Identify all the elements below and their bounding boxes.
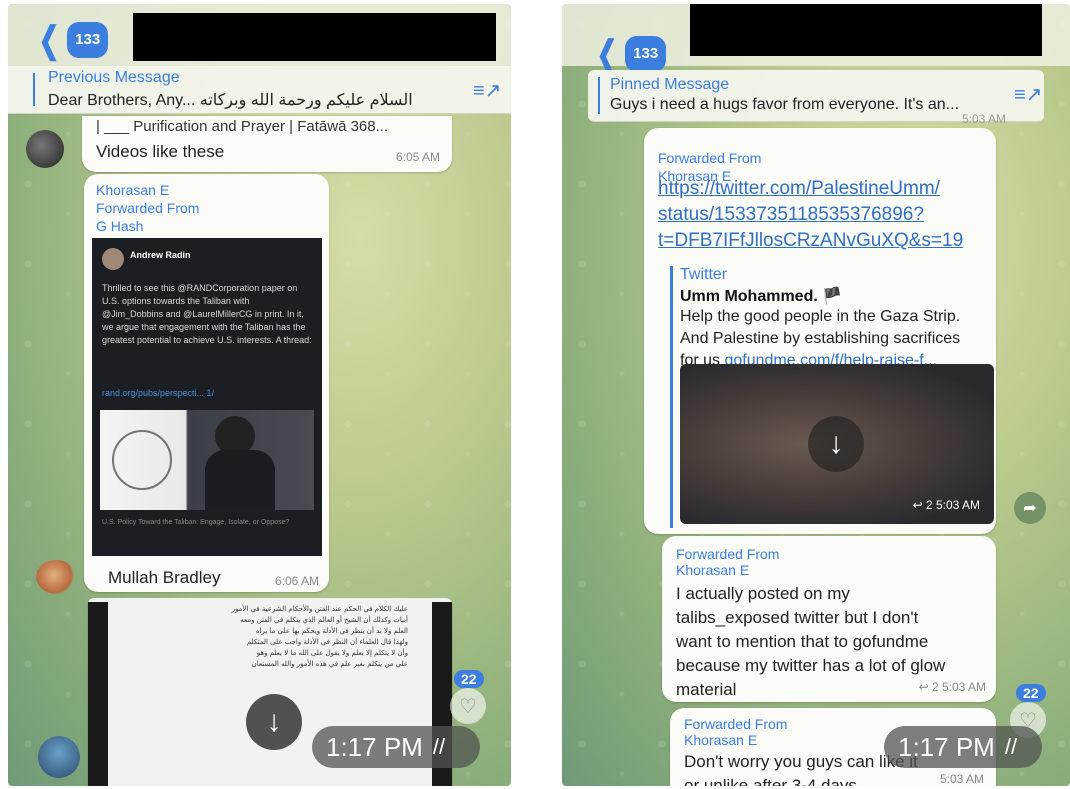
message-time: 5:03 AM: [939, 772, 984, 786]
preview-accent-bar: [670, 266, 673, 528]
document-line: أبيات وكذلك أن الشيخ أو العالم الذي يتكل…: [240, 616, 408, 624]
pinned-message-bar[interactable]: Previous Message Dear Brothers, Any... ا…: [8, 66, 511, 114]
pinned-accent-bar: [598, 77, 600, 114]
unread-count-badge: 133: [67, 22, 109, 58]
heart-icon[interactable]: ♡: [450, 688, 486, 724]
chat-header: ❮ 133: [8, 4, 511, 68]
media-time-overlay: 1:17 PM //: [884, 726, 1042, 768]
preview-title: Umm Mohammed. 🏴: [680, 288, 843, 305]
document-text: عليك الكلام في الحكم عند الفتن والأحكام …: [138, 604, 408, 670]
message-text-line: I actually posted on my: [676, 584, 850, 603]
document-line: على من يتكلم بغير علم في هذه الأمور والل…: [251, 660, 408, 668]
document-line: عليك الكلام في الحكم عند الفتن والأحكام …: [231, 605, 408, 613]
avatar[interactable]: [26, 130, 64, 168]
document-line: ولهذا قال العلماء أن النظر في الأدلة واج…: [246, 638, 408, 646]
tweet-text: Thrilled to see this @RANDCorporation pa…: [102, 283, 312, 345]
back-button[interactable]: ❮ 133: [34, 19, 109, 60]
link-line[interactable]: https://twitter.com/PalestineUmm/: [658, 176, 990, 202]
message-time: 6:06 AM: [274, 574, 319, 588]
message-time: 6:05 AM: [395, 150, 440, 164]
media-time-overlay: 1:17 PM //: [312, 726, 480, 768]
document-line: وأن لا يتكلم إلا بعلم ولا يقول على الله …: [256, 649, 408, 657]
document-border-left: [88, 602, 108, 786]
avatar[interactable]: [36, 560, 76, 594]
message-text: Mullah Bradley: [108, 568, 221, 587]
link-line[interactable]: t=DFB7IFfJllosCRzANvGuXQ&s=19: [658, 228, 990, 254]
message-text-line: talibs_exposed twitter but I don't: [676, 608, 919, 627]
overlay-time-text: 1:17 PM: [326, 731, 423, 762]
sender-name: Khorasan E: [96, 182, 170, 198]
pin-icon[interactable]: ≡↗: [1014, 82, 1042, 106]
pinned-label: Previous Message: [48, 69, 180, 86]
redacted-title: [690, 4, 1042, 56]
emblem-shape: [112, 430, 172, 490]
message-bubble[interactable]: Forwarded From Khorasan E https://twitte…: [644, 128, 996, 534]
back-button[interactable]: ❮ 133: [592, 33, 667, 74]
forwarded-label: Forwarded From: [658, 150, 762, 166]
forwarded-name[interactable]: G Hash: [96, 218, 143, 234]
message-bubble[interactable]: Khorasan E Forwarded From G Hash Andrew …: [84, 174, 329, 592]
forwarded-label: Forwarded From: [96, 200, 200, 216]
avatar[interactable]: [38, 736, 80, 778]
media-meta: ↩ 2 5:03 AM: [912, 498, 980, 512]
link-preview[interactable]: Twitter Umm Mohammed. 🏴 Help the good pe…: [680, 266, 990, 372]
tweet-avatar: [102, 248, 124, 270]
forwarded-label: Forwarded From: [676, 546, 780, 562]
media-preview[interactable]: ↓ ↩ 2 5:03 AM: [680, 364, 994, 524]
message-link[interactable]: https://twitter.com/PalestineUmm/ status…: [658, 176, 990, 254]
double-check-icon: //: [432, 734, 446, 759]
previous-message-time: 5:03 AM: [962, 112, 1007, 126]
tweet-link: rand.org/pubs/perspecti... 1/: [102, 388, 215, 398]
preview-text-line: Help the good people in the Gaza Strip.: [680, 308, 961, 325]
unread-count-badge: 133: [625, 36, 667, 72]
chat-header: ❮ 133: [562, 4, 1070, 72]
forwarded-label: Forwarded From: [684, 716, 788, 732]
redacted-title: [133, 13, 496, 61]
reaction-count-badge: 22: [454, 670, 484, 688]
download-icon[interactable]: ↓: [808, 416, 864, 472]
double-check-icon: //: [1004, 734, 1018, 759]
pinned-accent-bar: [33, 73, 35, 106]
message-text-line: want to mention that to gofundme: [676, 632, 929, 651]
tweet-screenshot[interactable]: Andrew Radin Thrilled to see this @RANDC…: [92, 238, 322, 556]
message-meta: ↩ 2 5:03 AM: [918, 680, 986, 694]
tweet-caption: U.S. Policy Toward the Taliban: Engage, …: [102, 519, 290, 526]
link-line[interactable]: status/1533735118535376896?: [658, 202, 990, 228]
forwarded-name[interactable]: Khorasan E: [684, 732, 757, 748]
reaction-count-badge: 22: [1016, 684, 1046, 702]
message-bubble[interactable]: | ___ Purification and Prayer | Fatāwā 3…: [82, 116, 452, 172]
tweet-author: Andrew Radin: [130, 250, 191, 260]
tweet-image: [100, 410, 314, 510]
person-body: [205, 450, 275, 510]
pinned-text: Guys i need a hugs favor from everyone. …: [610, 96, 960, 113]
right-phone-screen: ❮ 133 Pinned Message Guys i need a hugs …: [562, 4, 1070, 786]
preview-text-line: And Palestine by establishing sacrifices: [680, 330, 961, 347]
share-icon[interactable]: ➦: [1014, 492, 1046, 524]
pinned-text: Dear Brothers, Any... السلام عليكم ورحمة…: [48, 92, 413, 109]
pinned-label: Pinned Message: [610, 76, 730, 93]
quote-line: | ___ Purification and Prayer | Fatāwā 3…: [96, 118, 389, 135]
back-chevron-icon: ❮: [38, 19, 60, 60]
overlay-time-text: 1:17 PM: [898, 731, 995, 762]
message-text: Videos like these: [96, 142, 225, 161]
back-chevron-icon: ❮: [596, 33, 618, 74]
message-bubble[interactable]: Forwarded From Khorasan E I actually pos…: [662, 536, 996, 702]
message-text-line: because my twitter has a lot of glow: [676, 656, 946, 675]
left-phone-screen: ❮ 133 Previous Message Dear Brothers, An…: [8, 4, 511, 786]
preview-site: Twitter: [680, 266, 728, 283]
forwarded-name[interactable]: Khorasan E: [676, 562, 749, 578]
document-line: العلم ولا بد أن ينظر في الأدلة ويحكم بها…: [255, 627, 408, 635]
download-icon[interactable]: ↓: [246, 694, 302, 750]
pin-icon[interactable]: ≡↗: [473, 78, 501, 102]
